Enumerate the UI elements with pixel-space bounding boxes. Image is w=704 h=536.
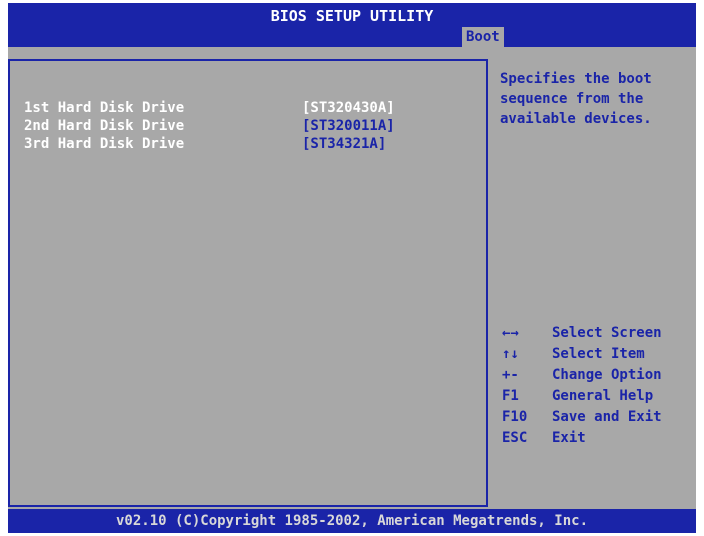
help-description: Specifies the boot sequence from the ava… — [500, 71, 652, 127]
key-description: Change Option — [552, 367, 662, 383]
copyright-footer: v02.10 (C)Copyright 1985-2002, American … — [8, 509, 696, 533]
bios-screen: BIOS SETUP UTILITY Boot 1st Hard Disk Dr… — [8, 3, 696, 533]
plus-minus-icon: +- — [502, 367, 519, 383]
key-name: ESC — [502, 430, 528, 446]
boot-device-label: 1st Hard Disk Drive — [24, 100, 185, 116]
key-description: Select Screen — [552, 325, 662, 341]
boot-device-value[interactable]: [ST320430A] — [302, 99, 395, 117]
help-panel: Specifies the boot sequence from the ava… — [488, 59, 696, 507]
key-description: Save and Exit — [552, 409, 662, 425]
boot-device-value[interactable]: [ST320011A] — [302, 117, 395, 135]
boot-device-panel: 1st Hard Disk Drive [ST320430A] 2nd Hard… — [8, 59, 486, 507]
left-right-arrows-icon: ←→ — [502, 325, 519, 341]
boot-device-value[interactable]: [ST34321A] — [302, 135, 386, 153]
tab-boot[interactable]: Boot — [462, 27, 504, 47]
key-description: General Help — [552, 388, 654, 404]
boot-device-label: 2nd Hard Disk Drive — [24, 118, 185, 134]
tab-bar: Boot — [8, 27, 696, 47]
key-name: F10 — [502, 409, 528, 425]
key-description: Select Item — [552, 346, 645, 362]
window-title: BIOS SETUP UTILITY — [8, 3, 696, 27]
boot-device-label: 3rd Hard Disk Drive — [24, 136, 185, 152]
key-description: Exit — [552, 430, 586, 446]
key-name: F1 — [502, 388, 519, 404]
up-down-arrows-icon: ↑↓ — [502, 346, 519, 362]
